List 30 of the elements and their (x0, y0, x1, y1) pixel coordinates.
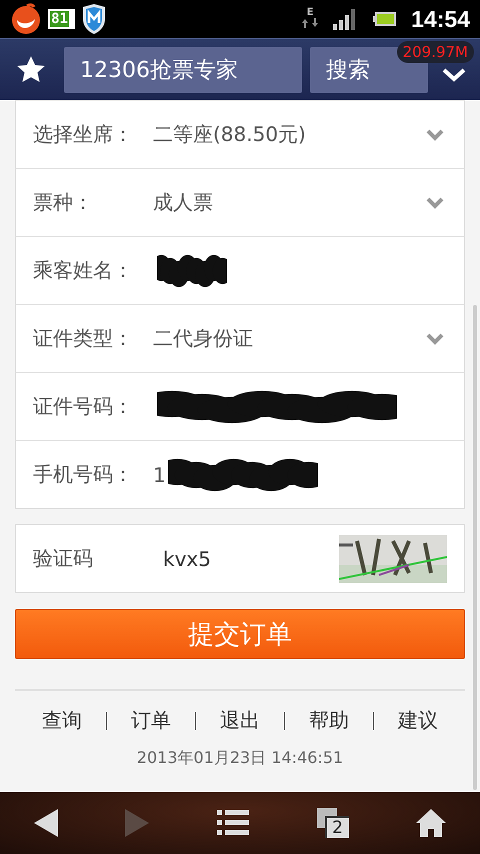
field-label: 验证码 (33, 545, 94, 572)
footer-link[interactable]: 查询 (30, 707, 94, 734)
footer-link[interactable]: 建议 (386, 707, 450, 734)
footer-link[interactable]: 订单 (119, 707, 183, 734)
select-value[interactable]: 二等座(88.50元) (153, 121, 306, 148)
bookmark-star-icon[interactable] (16, 54, 46, 84)
footer-link[interactable]: 退出 (208, 707, 272, 734)
select-value[interactable]: 二代身份证 (153, 325, 253, 352)
menu-icon[interactable] (216, 809, 249, 837)
battery-icon (373, 11, 398, 27)
field-label: 票种： (33, 189, 94, 216)
url-field[interactable]: 12306抢票专家 (64, 46, 302, 92)
shield-icon (81, 3, 107, 35)
field-value[interactable]: 1 (153, 462, 166, 486)
captcha-input-field[interactable]: kvx5 (163, 546, 211, 570)
home-icon[interactable] (416, 809, 446, 837)
app-logo-icon (10, 3, 42, 35)
battery-level-icon: 81 (48, 9, 75, 29)
footer-link[interactable]: 帮助 (297, 707, 361, 734)
timestamp: 2013年01月23日 14:46:51 (136, 748, 344, 769)
clock-time: 14:54 (411, 6, 470, 32)
memory-badge: 209.97M (396, 41, 474, 63)
field-label: 证件类型： (33, 325, 134, 352)
network-type-indicator: E (301, 8, 320, 30)
field-label: 乘客姓名： (33, 257, 134, 284)
select-value[interactable]: 成人票 (153, 189, 213, 216)
field-label: 手机号码： (33, 461, 134, 488)
back-icon[interactable] (34, 809, 58, 837)
field-label: 证件号码： (33, 393, 134, 420)
field-label: 选择坐席： (33, 121, 134, 148)
